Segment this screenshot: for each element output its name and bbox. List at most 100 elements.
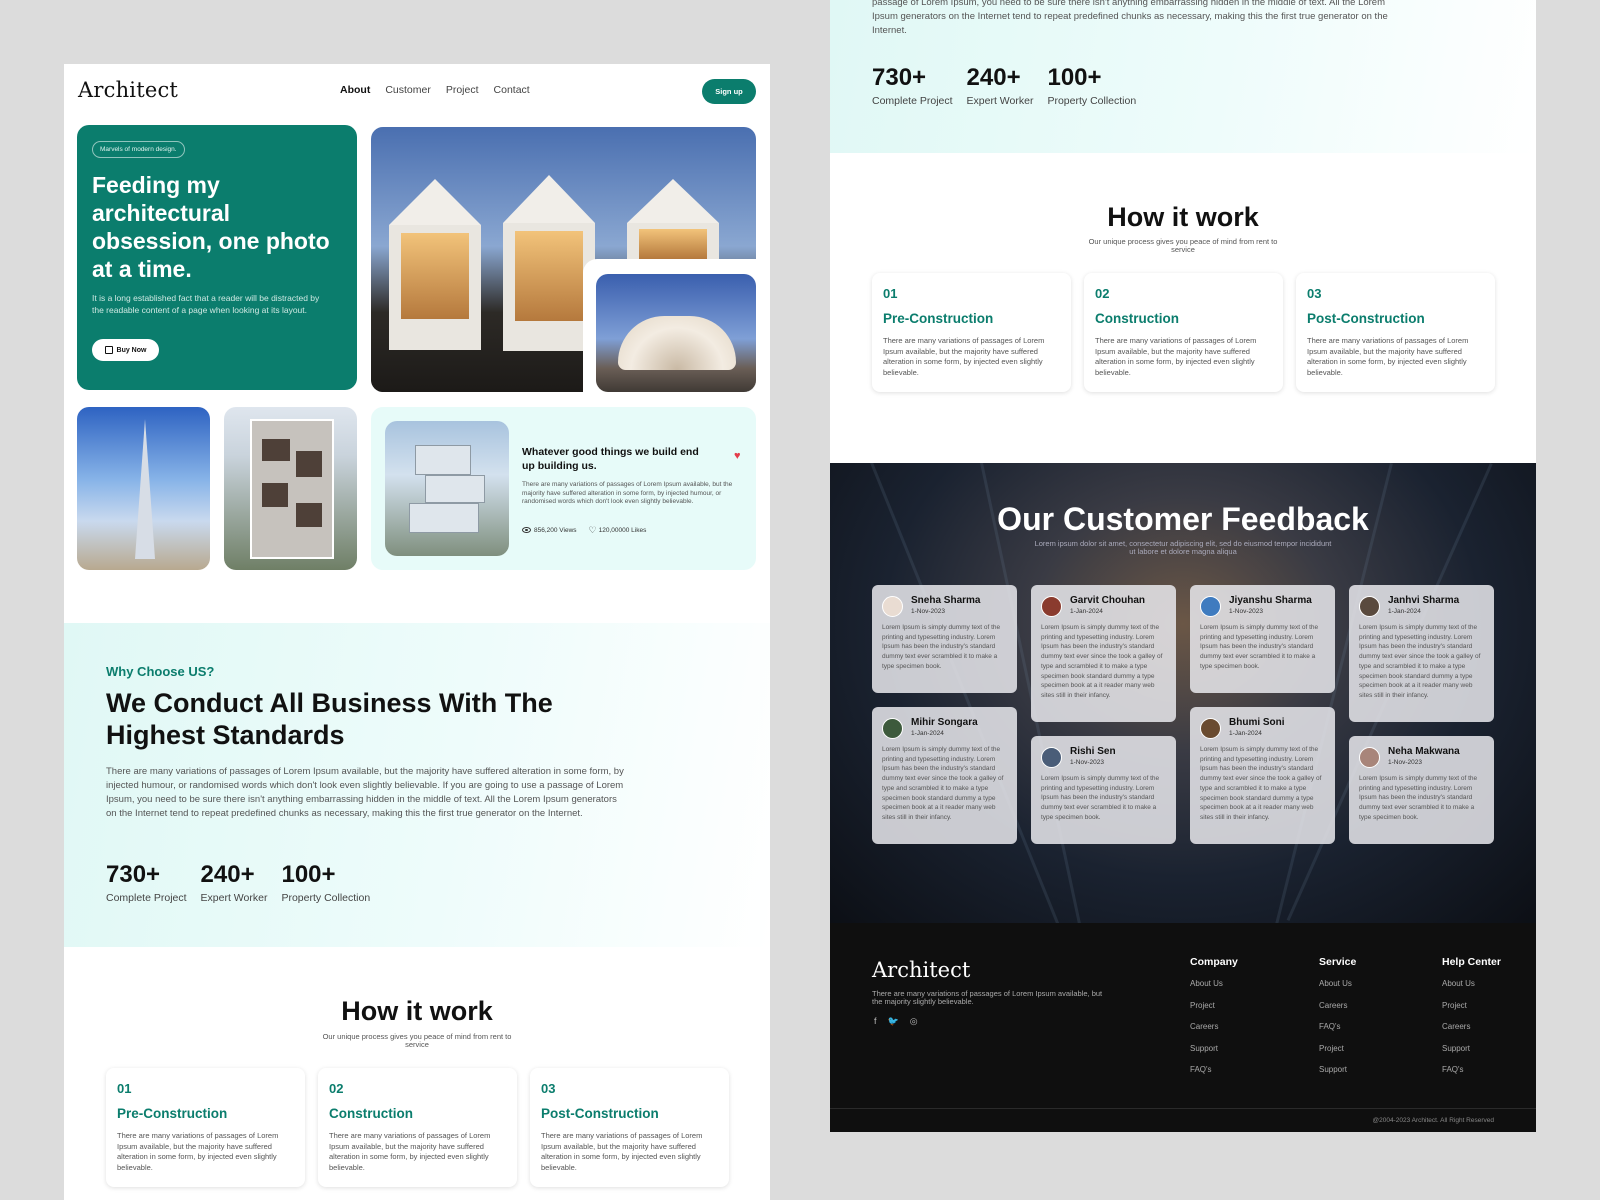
why-choose-section: Why Choose US? We Conduct All Business W… xyxy=(64,623,770,947)
stat-label: Expert Worker xyxy=(200,892,268,904)
nav-link-project[interactable]: Project xyxy=(446,84,479,96)
villa-photo[interactable] xyxy=(224,407,357,570)
heart-outline-icon: ♡ xyxy=(588,525,597,535)
avatar xyxy=(1041,747,1062,768)
testimonial-card: Garvit Chouhan 1-Jan-2024 Lorem Ipsum is… xyxy=(1031,585,1176,722)
testimonial-card: Jiyanshu Sharma 1-Nov-2023 Lorem Ipsum i… xyxy=(1190,585,1335,693)
instagram-icon[interactable]: ◎ xyxy=(910,1016,918,1027)
step-text: There are many variations of passages of… xyxy=(541,1131,703,1172)
stats-row: 730+ Complete Project 240+ Expert Worker… xyxy=(106,861,370,904)
footer-link[interactable]: About Us xyxy=(1442,979,1501,1001)
footer-column-company: Company About Us Project Careers Support… xyxy=(1190,956,1238,1087)
review-text: Lorem Ipsum is simply dummy text of the … xyxy=(882,624,1001,670)
step-card: 03 Post-Construction There are many vari… xyxy=(530,1068,729,1187)
nav-link-contact[interactable]: Contact xyxy=(494,84,530,96)
step-card: 03 Post-Construction There are many vari… xyxy=(1296,273,1495,392)
landing-page-left: Architect About Customer Project Contact… xyxy=(64,64,770,1200)
review-text: Lorem Ipsum is simply dummy text of the … xyxy=(1200,746,1322,821)
footer-logo[interactable]: Architect xyxy=(872,958,970,982)
villa-window xyxy=(296,503,322,527)
step-text: There are many variations of passages of… xyxy=(1095,336,1257,377)
review-date: 1-Jan-2024 xyxy=(1070,608,1103,615)
avatar xyxy=(1041,596,1062,617)
footer-text: There are many variations of passages of… xyxy=(872,989,1103,1006)
building-block xyxy=(409,503,479,533)
step-number: 03 xyxy=(541,1081,556,1096)
signup-button[interactable]: Sign up xyxy=(702,79,756,104)
step-number: 01 xyxy=(117,1081,132,1096)
likes-count: 120,00000 Likes xyxy=(598,527,647,535)
step-card: 01 Pre-Construction There are many varia… xyxy=(106,1068,305,1187)
footer-link[interactable]: Careers xyxy=(1442,1022,1501,1044)
step-number: 02 xyxy=(329,1081,344,1096)
step-title: Pre-Construction xyxy=(883,311,994,326)
eye-icon xyxy=(522,527,531,534)
step-card: 02 Construction There are many variation… xyxy=(1084,273,1283,392)
step-text: There are many variations of passages of… xyxy=(1307,336,1469,377)
nav-link-about[interactable]: About xyxy=(340,84,370,96)
footer-column-help-center: Help Center About Us Project Careers Sup… xyxy=(1442,956,1501,1087)
footer-link[interactable]: FAQ's xyxy=(1319,1022,1356,1044)
house-roof xyxy=(503,175,595,223)
why-subtitle: Why Choose US? xyxy=(106,664,215,679)
footer-link[interactable]: Project xyxy=(1190,1001,1238,1023)
step-number: 01 xyxy=(883,286,898,301)
views-stat: 856,200 Views xyxy=(522,527,577,534)
footer-link[interactable]: Support xyxy=(1190,1044,1238,1066)
why-text: There are many variations of passages of… xyxy=(106,766,624,819)
stat-number: 730+ xyxy=(872,64,927,91)
footer-link[interactable]: Careers xyxy=(1190,1022,1238,1044)
footer-link[interactable]: Support xyxy=(1319,1065,1356,1087)
twitter-icon[interactable]: 🐦 xyxy=(888,1016,899,1027)
avatar xyxy=(1359,747,1380,768)
reviewer-name: Rishi Sen xyxy=(1070,746,1116,757)
review-date: 1-Nov-2023 xyxy=(1070,759,1104,766)
step-title: Post-Construction xyxy=(541,1106,659,1121)
heart-icon[interactable]: ♥ xyxy=(734,450,741,462)
office-building-photo[interactable] xyxy=(385,421,509,556)
views-count: 856,200 Views xyxy=(534,527,577,534)
facebook-icon[interactable]: f xyxy=(874,1016,877,1027)
villa-facade xyxy=(250,419,334,559)
house-window xyxy=(401,233,469,319)
footer-divider xyxy=(830,1108,1536,1109)
villa-window xyxy=(262,483,288,507)
footer-link[interactable]: About Us xyxy=(1190,979,1238,1001)
footer-link[interactable]: Careers xyxy=(1319,1001,1356,1023)
testimonial-card: Neha Makwana 1-Nov-2023 Lorem Ipsum is s… xyxy=(1349,736,1494,844)
stat-item: 240+ Expert Worker xyxy=(201,861,268,904)
review-date: 1-Nov-2023 xyxy=(1388,759,1422,766)
building-block xyxy=(425,475,485,503)
step-title: Construction xyxy=(1095,311,1179,326)
stat-label: Complete Project xyxy=(106,892,187,904)
footer-link[interactable]: FAQ's xyxy=(1190,1065,1238,1087)
step-title: Pre-Construction xyxy=(117,1106,228,1121)
review-text: Lorem Ipsum is simply dummy text of the … xyxy=(1359,775,1478,821)
skyscraper-photo[interactable] xyxy=(77,407,210,570)
footer-link[interactable]: Support xyxy=(1442,1044,1501,1066)
skyscraper-tower xyxy=(135,419,155,559)
dome-building-photo[interactable] xyxy=(596,274,756,392)
logo[interactable]: Architect xyxy=(78,78,178,102)
footer-link[interactable]: About Us xyxy=(1319,979,1356,1001)
avatar xyxy=(1359,596,1380,617)
why-title: We Conduct All Business With The Highest… xyxy=(106,688,553,750)
reviewer-name: Janhvi Sharma xyxy=(1388,595,1460,606)
stat-item: 100+ Property Collection xyxy=(1047,64,1136,107)
footer-link[interactable]: Project xyxy=(1319,1044,1356,1066)
stat-number: 100+ xyxy=(1047,64,1102,91)
review-date: 1-Jan-2024 xyxy=(911,730,944,737)
why-text-continued: passage of Lorem Ipsum, you need to be s… xyxy=(872,0,1388,36)
footer-link[interactable]: Project xyxy=(1442,1001,1501,1023)
footer-link[interactable]: FAQ's xyxy=(1442,1065,1501,1087)
step-card: 01 Pre-Construction There are many varia… xyxy=(872,273,1071,392)
buy-now-button[interactable]: Buy Now xyxy=(92,339,159,361)
nav-link-customer[interactable]: Customer xyxy=(385,84,431,96)
step-card: 02 Construction There are many variation… xyxy=(318,1068,517,1187)
step-text: There are many variations of passages of… xyxy=(883,336,1045,377)
step-text: There are many variations of passages of… xyxy=(329,1131,491,1172)
landing-page-right: passage of Lorem Ipsum, you need to be s… xyxy=(830,0,1536,1132)
villa-window xyxy=(262,439,290,461)
dome-roof xyxy=(618,316,736,370)
featured-post-card[interactable]: Whatever good things we build end up bui… xyxy=(371,407,756,570)
